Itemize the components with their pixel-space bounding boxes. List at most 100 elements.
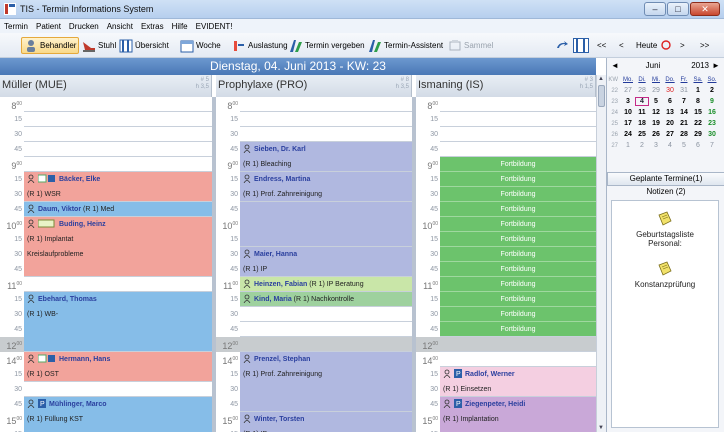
time-slot[interactable] [440, 127, 596, 142]
minical-day[interactable]: 19 [649, 120, 663, 127]
minical-day[interactable]: 13 [663, 109, 677, 116]
minical-day[interactable]: 7 [705, 142, 719, 149]
minical-day[interactable]: 2 [705, 87, 719, 94]
appointment-block[interactable]: Bäcker, Elke (R 1) WSR [24, 172, 212, 201]
scroll-thumb[interactable] [598, 85, 605, 107]
minical-day[interactable]: 22 [691, 120, 705, 127]
time-slot[interactable] [24, 142, 212, 157]
minical-day[interactable]: 3 [621, 98, 635, 105]
minical-day[interactable]: 8 [691, 98, 705, 105]
column-header-pro[interactable]: Prophylaxe (PRO) # 8h 3,5 [216, 75, 412, 97]
minical-day[interactable]: 25 [635, 131, 649, 138]
minical-day[interactable]: 4 [663, 142, 677, 149]
minical-week-number[interactable]: 27 [607, 143, 618, 149]
minical-day[interactable]: 29 [649, 87, 663, 94]
appointment-block[interactable]: P Ziegenpeter, Heidi (R 1) Implantation [440, 397, 596, 432]
minical-day[interactable]: 14 [677, 109, 691, 116]
minical-day[interactable]: 1 [691, 87, 705, 94]
time-slot[interactable] [440, 352, 596, 367]
appointment-block[interactable]: Daum, Viktor (R 1) Med [24, 202, 212, 216]
scroll-up-icon[interactable]: ▲ [598, 76, 604, 82]
minical-day[interactable]: 28 [677, 131, 691, 138]
minical-day[interactable]: 28 [635, 87, 649, 94]
minical-day[interactable]: 24 [621, 131, 635, 138]
column-header-is[interactable]: Ismaning (IS) # 3h 1,5 [416, 75, 596, 97]
minical-day[interactable]: 6 [663, 98, 677, 105]
minical-day[interactable]: 18 [635, 120, 649, 127]
time-slot[interactable] [440, 337, 596, 352]
schedule-column-mue[interactable]: 800 15 30 45 900 15 30 45 1000 15 30 45 1100 15 30 45 12… [0, 97, 212, 432]
minical-week-number[interactable]: 23 [607, 99, 618, 105]
time-slot[interactable] [440, 142, 596, 157]
termin-assistent-button[interactable]: Termin-Assistent [366, 37, 445, 54]
minical-day[interactable]: 3 [649, 142, 663, 149]
uebersicht-button[interactable]: Übersicht [117, 37, 171, 54]
minical-day[interactable]: 30 [705, 131, 719, 138]
appointment-block[interactable]: Sieben, Dr. Karl (R 1) Bleaching [240, 142, 412, 171]
column-splitter[interactable] [412, 97, 416, 432]
appointment-block[interactable]: Hermann, Hans (R 1) OST [24, 352, 212, 381]
minical-day[interactable]: 23 [705, 120, 719, 127]
minical-day[interactable]: 4 [635, 97, 649, 106]
auslastung-button[interactable]: Auslastung [230, 37, 290, 54]
menu-ansicht[interactable]: Ansicht [107, 22, 133, 31]
time-slot[interactable] [240, 112, 412, 127]
maximize-button[interactable]: □ [667, 2, 689, 16]
menu-evident[interactable]: EVIDENT! [196, 22, 233, 31]
sync-icon[interactable] [555, 40, 569, 52]
time-slot[interactable] [240, 337, 412, 352]
minical-day[interactable]: 29 [691, 131, 705, 138]
minical-day[interactable]: 27 [621, 87, 635, 94]
time-slot[interactable] [24, 277, 212, 292]
minical-week-number[interactable]: 26 [607, 132, 618, 138]
column-view-icon[interactable] [573, 38, 589, 53]
note-item[interactable]: Geburtstagsliste Personal: [612, 211, 718, 248]
minical-day[interactable]: 15 [691, 109, 705, 116]
column-splitter[interactable] [212, 97, 216, 432]
time-slot[interactable] [24, 112, 212, 127]
minical-day[interactable]: 11 [635, 109, 649, 116]
stuhl-button[interactable]: Stuhl [80, 37, 118, 54]
nav-prev-day[interactable]: < [619, 41, 624, 50]
minical-next-icon[interactable]: ► [709, 61, 723, 70]
minical-day[interactable]: 20 [663, 120, 677, 127]
appointment-block[interactable]: Buding, Heinz (R 1) Implantat Kreislaufpro… [24, 217, 212, 276]
time-slot[interactable] [240, 322, 412, 337]
nav-next-week[interactable]: >> [700, 41, 709, 50]
minical-day[interactable]: 17 [621, 120, 635, 127]
time-slot[interactable] [240, 307, 412, 322]
minical-day[interactable]: 5 [649, 98, 663, 105]
heute-button[interactable]: Heute [636, 41, 657, 50]
minical-day[interactable]: 7 [677, 98, 691, 105]
behandler-button[interactable]: Behandler [21, 37, 80, 54]
appointment-block[interactable]: Winter, Torsten (R 1) IP [240, 412, 412, 432]
minical-day[interactable]: 1 [621, 142, 635, 149]
appointment-block[interactable]: Prenzel, Stephan (R 1) Prof. Zahnreinigun… [240, 352, 412, 411]
menu-patient[interactable]: Patient [36, 22, 61, 31]
minical-day[interactable]: 2 [635, 142, 649, 149]
time-slot[interactable] [240, 127, 412, 142]
column-header-mue[interactable]: Müller (MUE) # 5h 3,5 [0, 75, 212, 97]
termin-vergeben-button[interactable]: Termin vergeben [287, 37, 367, 54]
minical-week-number[interactable]: 24 [607, 110, 618, 116]
time-slot[interactable] [24, 382, 212, 397]
fortbildung-block[interactable]: Fortbildung Fortbildung Fortbildung Fortbil… [440, 157, 596, 336]
nav-next-day[interactable]: > [680, 41, 685, 50]
minical-week-number[interactable]: 22 [607, 88, 618, 94]
schedule-grid[interactable]: 800 15 30 45 900 15 30 45 1000 15 30 45 1100 15 30 45 12… [0, 97, 596, 432]
minical-day[interactable]: 9 [705, 98, 719, 105]
appointment-block[interactable] [240, 202, 412, 246]
nav-prev-week[interactable]: << [597, 41, 606, 50]
minical-day[interactable]: 30 [663, 87, 677, 94]
appointment-block[interactable]: P Mühlinger, Marco (R 1) Füllung KST [24, 397, 212, 432]
menu-drucken[interactable]: Drucken [69, 22, 99, 31]
minical-day[interactable]: 27 [663, 131, 677, 138]
appointment-block[interactable]: Endress, Martina (R 1) Prof. Zahnreinigun… [240, 172, 412, 201]
time-slot[interactable] [440, 97, 596, 112]
time-slot[interactable] [240, 97, 412, 112]
scroll-down-icon[interactable]: ▼ [598, 425, 604, 431]
geplante-termine-button[interactable]: Geplante Termine(1) [607, 172, 724, 186]
time-slot[interactable] [24, 97, 212, 112]
minical-day[interactable]: 21 [677, 120, 691, 127]
woche-button[interactable]: Woche [178, 37, 223, 54]
